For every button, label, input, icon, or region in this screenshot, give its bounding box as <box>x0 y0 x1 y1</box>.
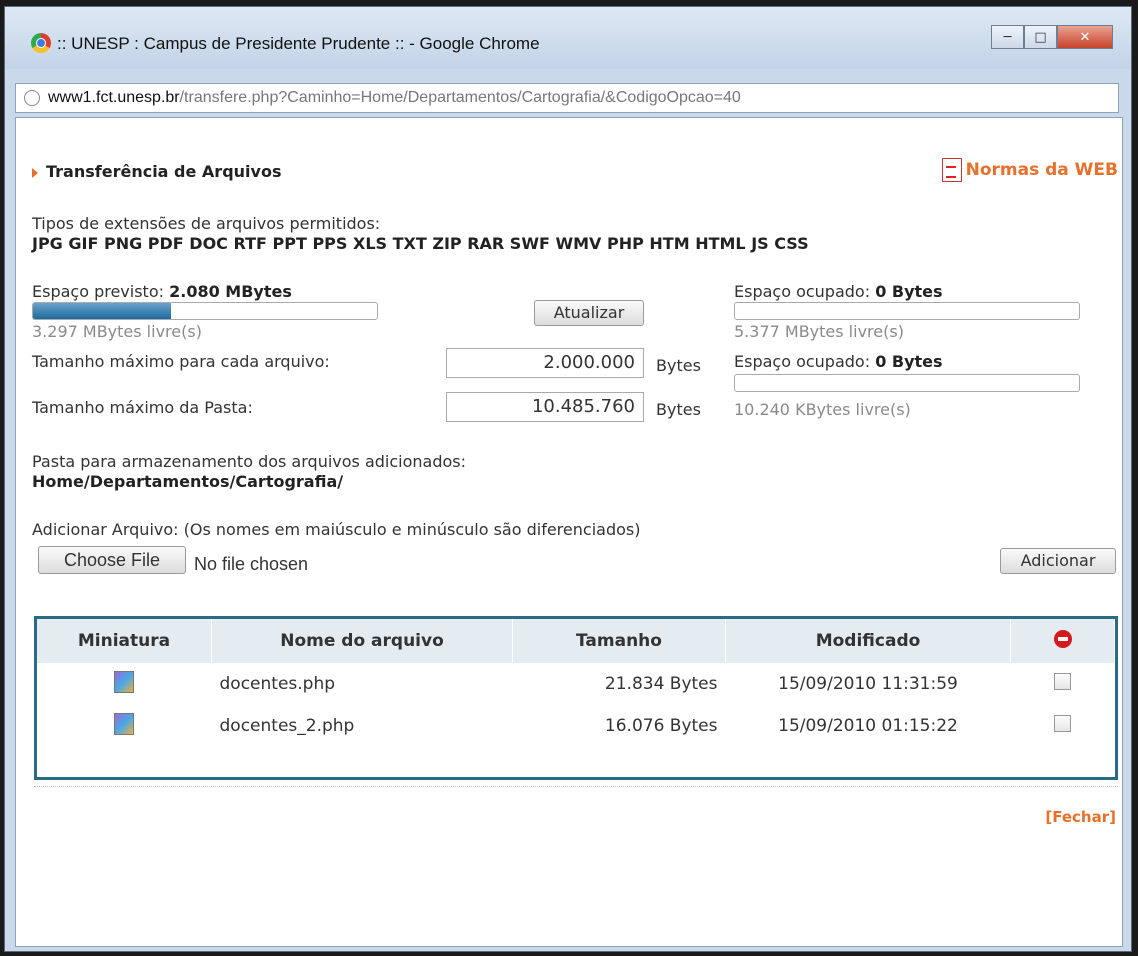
space-previsto: Espaço previsto: 2.080 MBytes <box>32 282 292 301</box>
window-title: :: UNESP : Campus de Presidente Prudente… <box>57 34 540 53</box>
thumbnail-cell <box>37 663 212 705</box>
title-bar: :: UNESP : Campus de Presidente Prudente… <box>5 7 1131 69</box>
browser-window: :: UNESP : Campus de Presidente Prudente… <box>4 6 1132 952</box>
table-header-row: Miniatura Nome do arquivo Tamanho Modifi… <box>37 619 1115 663</box>
space-previsto-fill <box>33 303 171 319</box>
atualizar-button[interactable]: Atualizar <box>534 300 644 326</box>
url-host: www1.fct.unesp.br <box>48 89 180 106</box>
column-header-nome: Nome do arquivo <box>211 619 513 663</box>
minimize-button[interactable]: ─ <box>991 25 1024 49</box>
space-ocupado-1-free: 5.377 MBytes livre(s) <box>734 322 904 341</box>
select-checkbox[interactable] <box>1054 673 1071 690</box>
bullet-arrow-icon <box>32 167 38 178</box>
normas-link[interactable]: Normas da WEB <box>941 158 1118 182</box>
space-previsto-value: 2.080 MBytes <box>169 282 292 301</box>
max-folder-field: 10.485.760 <box>446 392 644 422</box>
space-ocupado-2-free: 10.240 KBytes livre(s) <box>734 400 911 419</box>
space-ocupado-2-value: 0 Bytes <box>875 352 943 371</box>
space-ocupado-1-label: Espaço ocupado: <box>734 282 871 301</box>
url-text[interactable]: www1.fct.unesp.br/transfere.php?Caminho=… <box>48 89 741 107</box>
thumbnail-cell <box>37 705 212 747</box>
page-info-icon[interactable] <box>24 90 40 106</box>
file-size: 21.834 Bytes <box>512 663 726 705</box>
space-previsto-label: Espaço previsto: <box>32 282 165 301</box>
column-header-delete <box>1010 619 1115 663</box>
space-ocupado-1-bar <box>734 302 1080 320</box>
file-thumbnail-icon[interactable] <box>114 670 135 693</box>
adicionar-button[interactable]: Adicionar <box>1000 548 1116 574</box>
space-ocupado-1-value: 0 Bytes <box>875 282 943 301</box>
address-bar[interactable]: www1.fct.unesp.br/transfere.php?Caminho=… <box>15 83 1119 113</box>
space-previsto-free: 3.297 MBytes livre(s) <box>32 322 202 341</box>
file-name[interactable]: docentes.php <box>211 663 513 705</box>
files-table: Miniatura Nome do arquivo Tamanho Modifi… <box>34 616 1118 780</box>
extensions-label: Tipos de extensões de arquivos permitido… <box>32 214 381 233</box>
table-row: docentes.php 21.834 Bytes 15/09/2010 11:… <box>37 663 1115 705</box>
page-title: Transferência de Arquivos <box>46 162 282 181</box>
normas-link-label: Normas da WEB <box>965 160 1118 180</box>
chrome-logo-icon <box>31 33 51 53</box>
choose-file-button[interactable]: Choose File <box>38 546 186 574</box>
url-path: /transfere.php?Caminho=Home/Departamento… <box>179 89 741 106</box>
space-previsto-bar <box>32 302 378 320</box>
table-row: docentes_2.php 16.076 Bytes 15/09/2010 0… <box>37 705 1115 747</box>
page-content: Transferência de Arquivos Normas da WEB … <box>15 117 1123 947</box>
select-checkbox[interactable] <box>1054 715 1071 732</box>
pdf-icon <box>941 158 962 182</box>
file-modified: 15/09/2010 01:15:22 <box>725 705 1011 747</box>
max-folder-label: Tamanho máximo da Pasta: <box>32 398 253 417</box>
fechar-link[interactable]: [Fechar] <box>1045 808 1116 826</box>
divider <box>34 786 1118 787</box>
section-heading: Transferência de Arquivos <box>32 162 281 181</box>
no-file-chosen-text: No file chosen <box>194 554 309 574</box>
upload-label: Adicionar Arquivo: (Os nomes em maiúscul… <box>32 520 641 539</box>
close-button[interactable]: ✕ <box>1057 25 1113 49</box>
file-size: 16.076 Bytes <box>512 705 726 747</box>
space-ocupado-2-label: Espaço ocupado: <box>734 352 871 371</box>
file-modified: 15/09/2010 11:31:59 <box>725 663 1011 705</box>
folder-path: Home/Departamentos/Cartografia/ <box>32 472 344 491</box>
max-file-unit: Bytes <box>656 356 701 375</box>
space-ocupado-2-bar <box>734 374 1080 392</box>
maximize-button[interactable]: □ <box>1024 25 1057 49</box>
window-controls: ─ □ ✕ <box>991 25 1113 49</box>
space-ocupado-2: Espaço ocupado: 0 Bytes <box>734 352 943 371</box>
file-thumbnail-icon[interactable] <box>114 712 135 735</box>
max-folder-unit: Bytes <box>656 400 701 419</box>
max-file-field: 2.000.000 <box>446 348 644 378</box>
max-file-label: Tamanho máximo para cada arquivo: <box>32 352 330 371</box>
column-header-tamanho: Tamanho <box>512 619 726 663</box>
extensions-list: JPG GIF PNG PDF DOC RTF PPT PPS XLS TXT … <box>32 234 809 253</box>
column-header-modificado: Modificado <box>725 619 1011 663</box>
space-ocupado-1: Espaço ocupado: 0 Bytes <box>734 282 943 301</box>
select-cell <box>1010 705 1115 747</box>
column-header-miniatura: Miniatura <box>37 619 212 663</box>
select-cell <box>1010 663 1115 705</box>
file-name[interactable]: docentes_2.php <box>211 705 513 747</box>
folder-label: Pasta para armazenamento dos arquivos ad… <box>32 452 467 471</box>
delete-icon[interactable] <box>1053 629 1072 648</box>
